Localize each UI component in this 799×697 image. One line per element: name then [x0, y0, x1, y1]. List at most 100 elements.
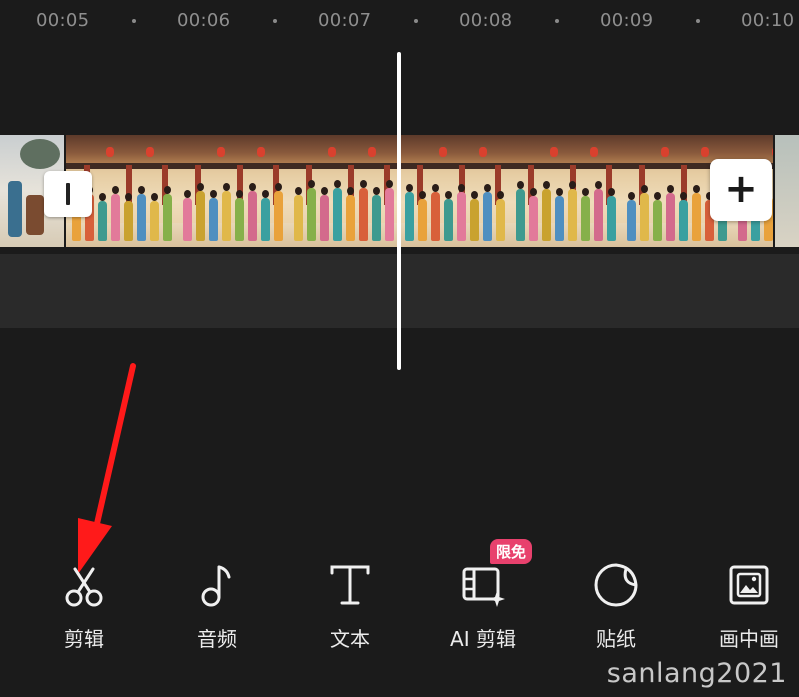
sticker-icon: [594, 563, 638, 607]
tool-label: 画中画: [719, 627, 779, 651]
tool-sticker[interactable]: 贴纸: [561, 555, 671, 655]
thumbnail-detail: [146, 147, 154, 157]
thumbnail-detail: [444, 191, 453, 241]
clip-frame-thumbnail: [510, 135, 622, 247]
thumbnail-detail: [457, 184, 466, 241]
thumbnail-detail: [346, 187, 355, 241]
thumbnail-detail: [26, 195, 44, 235]
thumbnail-detail: [399, 135, 510, 165]
ruler-dot: [414, 19, 418, 23]
ruler-dot: [132, 19, 136, 23]
clip-frame-thumbnail: [399, 135, 511, 247]
thumbnail-detail: [359, 180, 368, 241]
thumbnail-detail: [399, 163, 510, 169]
handle-grip: [66, 183, 70, 205]
thumbnail-detail: [106, 147, 114, 157]
thumbnail-detail: [516, 181, 525, 241]
thumbnail-detail: [177, 163, 288, 169]
tool-text[interactable]: 文本: [295, 555, 405, 655]
tool-label: 音频: [197, 627, 237, 651]
thumbnail-detail: [627, 192, 636, 241]
thumbnail-detail: [66, 223, 177, 247]
picture-in-picture-icon: [729, 565, 769, 605]
time-ruler[interactable]: 00:05 00:06 00:07 00:08 00:09 00:10: [0, 0, 799, 44]
thumbnail-detail: [385, 180, 394, 241]
thumbnail-detail: [479, 147, 487, 157]
next-clip-thumbnail[interactable]: [775, 135, 799, 247]
tool-label: 剪辑: [64, 627, 104, 651]
thumbnail-detail: [294, 187, 303, 241]
thumbnail-detail: [496, 191, 505, 241]
thumbnail-detail: [257, 147, 265, 157]
thumbnail-detail: [470, 191, 479, 241]
tool-label: AI 剪辑: [450, 627, 516, 651]
thumbnail-detail: [510, 135, 621, 165]
thumbnail-detail: [222, 183, 231, 241]
tool-audio[interactable]: 音频: [162, 555, 272, 655]
thumbnail-detail: [111, 186, 120, 241]
thumbnail-detail: [607, 188, 616, 241]
thumbnail-detail: [66, 135, 177, 165]
thumbnail-detail: [217, 147, 225, 157]
thumbnail-detail: [555, 188, 564, 241]
thumbnail-detail: [679, 192, 688, 241]
thumbnail-detail: [163, 186, 172, 241]
thumbnail-detail: [288, 135, 399, 165]
thumbnail-detail: [581, 188, 590, 241]
thumbnail-detail: [177, 223, 288, 247]
add-clip-button[interactable]: +: [710, 159, 772, 221]
thumbnail-detail: [333, 180, 342, 241]
thumbnail-detail: [288, 223, 399, 247]
thumbnail-detail: [529, 188, 538, 241]
thumbnail-detail: [288, 163, 399, 169]
tool-picture-in-picture[interactable]: 画中画: [694, 555, 799, 655]
thumbnail-detail: [692, 185, 701, 241]
thumbnail-detail: [661, 147, 669, 157]
ruler-time-label: 00:08: [459, 10, 513, 31]
thumbnail-detail: [98, 193, 107, 241]
watermark-text: sanlang2021: [606, 658, 787, 689]
thumbnail-detail: [621, 223, 732, 247]
ruler-time-label: 00:05: [36, 10, 90, 31]
thumbnail-detail: [137, 186, 146, 241]
thumbnail-detail: [431, 184, 440, 241]
thumbnail-detail: [439, 147, 447, 157]
music-note-icon: [201, 565, 231, 607]
thumbnail-detail: [124, 193, 133, 241]
thumbnail-detail: [8, 181, 22, 237]
thumbnail-detail: [209, 190, 218, 241]
thumbnail-detail: [261, 190, 270, 241]
ruler-dot: [555, 19, 559, 23]
bottom-toolbar: 剪辑 音频 文本 AI 剪辑 限免 贴纸 画中画: [0, 539, 799, 655]
thumbnail-detail: [772, 147, 773, 157]
clip-frame-thumbnail: [288, 135, 400, 247]
ruler-time-label: 00:10: [741, 10, 795, 31]
thumbnail-detail: [640, 185, 649, 241]
thumbnail-detail: [20, 139, 60, 169]
thumbnail-detail: [248, 183, 257, 241]
thumbnail-detail: [405, 184, 414, 241]
ruler-dot: [696, 19, 700, 23]
thumbnail-detail: [196, 183, 205, 241]
selected-video-clip[interactable]: [66, 135, 773, 247]
tool-cut[interactable]: 剪辑: [29, 555, 139, 655]
tool-label: 文本: [330, 627, 370, 651]
thumbnail-detail: [328, 147, 336, 157]
thumbnail-detail: [399, 223, 510, 247]
thumbnail-detail: [177, 135, 288, 165]
thumbnail-detail: [510, 223, 621, 247]
thumbnail-detail: [307, 180, 316, 241]
tool-ai-edit[interactable]: AI 剪辑 限免: [428, 539, 538, 655]
thumbnail-detail: [483, 184, 492, 241]
playhead[interactable]: [397, 52, 401, 370]
thumbnail-detail: [510, 163, 621, 169]
tool-label: 贴纸: [596, 627, 636, 651]
clip-frame-thumbnail: [177, 135, 289, 247]
clip-trim-handle-left[interactable]: [44, 171, 92, 217]
text-icon: [330, 565, 370, 605]
ruler-time-label: 00:06: [177, 10, 231, 31]
ruler-dot: [273, 19, 277, 23]
thumbnail-detail: [418, 191, 427, 241]
thumbnail-detail: [368, 147, 376, 157]
scissors-icon: [65, 567, 103, 607]
